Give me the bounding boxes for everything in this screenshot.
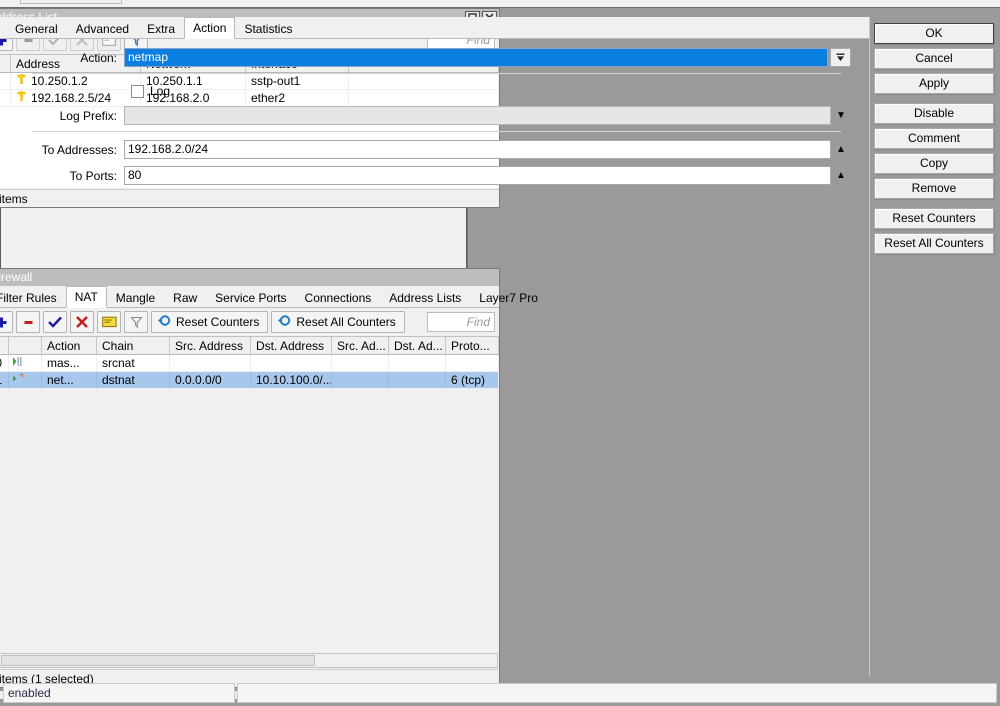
ok-button[interactable]: OK bbox=[874, 23, 994, 44]
nat-rule-form: Action: netmap Log Log Prefix: ▼ To Addr… bbox=[0, 39, 869, 191]
top-textfield-fragment bbox=[20, 0, 122, 4]
status-extra bbox=[237, 683, 997, 703]
tab-statistics[interactable]: Statistics bbox=[235, 19, 301, 38]
to-ports-label: To Ports: bbox=[69, 168, 117, 183]
log-prefix-dropdown-icon[interactable]: ▼ bbox=[831, 110, 851, 121]
status-text: enabled bbox=[3, 683, 235, 703]
action-row: Action: netmap bbox=[10, 47, 851, 68]
tab-nat[interactable]: NAT bbox=[65, 286, 107, 308]
log-prefix-label: Log Prefix: bbox=[59, 108, 117, 123]
nat-rule-left-pane: General Advanced Extra Action Statistics… bbox=[0, 17, 870, 676]
remove-button[interactable]: Remove bbox=[874, 178, 994, 199]
disable-button[interactable]: Disable bbox=[874, 103, 994, 124]
top-window-fragment bbox=[0, 0, 1000, 8]
to-addresses-label: To Addresses: bbox=[41, 142, 117, 157]
tab-general[interactable]: General bbox=[6, 19, 67, 38]
log-row: Log bbox=[10, 81, 851, 101]
log-checkbox[interactable] bbox=[131, 84, 144, 98]
nat-rule-button-pane: OK Cancel Apply Disable Comment Copy Rem… bbox=[870, 17, 1000, 676]
action-label: Action: bbox=[80, 50, 117, 65]
to-addresses-row: To Addresses: 192.168.2.0/24 ▲ bbox=[10, 139, 851, 160]
to-addresses-expand-icon[interactable]: ▲ bbox=[831, 144, 851, 155]
copy-button[interactable]: Copy bbox=[874, 153, 994, 174]
to-ports-row: To Ports: 80 ▲ bbox=[10, 165, 851, 186]
reset-counters-button[interactable]: Reset Counters bbox=[874, 208, 994, 229]
reset-all-counters-button[interactable]: Reset All Counters bbox=[874, 233, 994, 254]
log-prefix-input[interactable] bbox=[124, 106, 831, 125]
nat-rule-statusbar: enabled bbox=[0, 680, 1000, 706]
nat-rule-dialog: NAT Rule <0.0.0.0/0->10.10.100.0/24:80> … bbox=[0, 0, 997, 703]
nat-rule-body: General Advanced Extra Action Statistics… bbox=[0, 17, 1000, 676]
action-select[interactable]: netmap bbox=[124, 48, 828, 67]
tab-advanced[interactable]: Advanced bbox=[67, 19, 138, 38]
cancel-button[interactable]: Cancel bbox=[874, 48, 994, 69]
action-dropdown-icon[interactable] bbox=[830, 48, 851, 67]
to-ports-expand-icon[interactable]: ▲ bbox=[831, 170, 851, 181]
apply-button[interactable]: Apply bbox=[874, 73, 994, 94]
log-prefix-row: Log Prefix: ▼ bbox=[10, 105, 851, 126]
desktop: Address List bbox=[0, 0, 1000, 706]
comment-button[interactable]: Comment bbox=[874, 128, 994, 149]
divider bbox=[32, 73, 841, 74]
log-label: Log bbox=[150, 84, 171, 98]
nat-rule-tabs: General Advanced Extra Action Statistics bbox=[0, 17, 869, 39]
to-ports-input[interactable]: 80 bbox=[124, 166, 831, 185]
tab-extra[interactable]: Extra bbox=[138, 19, 184, 38]
to-addresses-input[interactable]: 192.168.2.0/24 bbox=[124, 140, 831, 159]
tab-action[interactable]: Action bbox=[184, 17, 236, 39]
divider bbox=[32, 131, 841, 132]
